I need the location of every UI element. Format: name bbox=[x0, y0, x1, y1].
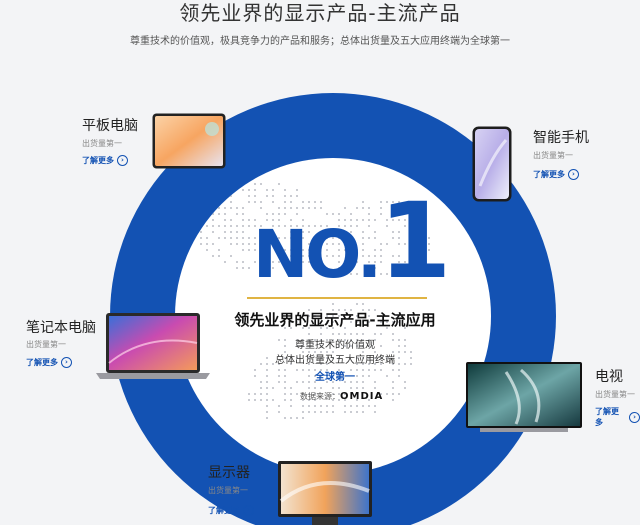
laptop-sub: 出货量第一 bbox=[26, 340, 66, 349]
monitor-image bbox=[278, 461, 372, 525]
tv-link-label: 了解更多 bbox=[595, 407, 619, 427]
global-first-link[interactable]: 全球第一 bbox=[222, 368, 448, 383]
monitor-title: 显示器 bbox=[208, 465, 250, 481]
center-title: 领先业界的显示产品-主流应用 bbox=[234, 311, 436, 329]
tv-title: 电视 bbox=[595, 369, 623, 385]
laptop-image bbox=[96, 313, 210, 379]
laptop-title: 笔记本电脑 bbox=[26, 320, 96, 336]
phone-link-label: 了解更多 bbox=[533, 170, 565, 179]
tablet-title: 平板电脑 bbox=[82, 118, 138, 134]
tablet-link-label: 了解更多 bbox=[82, 156, 114, 165]
rank-number: 1 bbox=[378, 180, 452, 302]
monitor-link-label: 了解更多 bbox=[208, 506, 240, 515]
chevron-right-circle-icon: › bbox=[243, 505, 254, 516]
phone-title: 智能手机 bbox=[533, 130, 589, 146]
monitor-sub: 出货量第一 bbox=[208, 486, 248, 495]
center-line-1: 尊重技术的价值观 bbox=[295, 340, 375, 351]
tablet-image bbox=[152, 113, 226, 169]
phone-image bbox=[472, 126, 512, 202]
laptop-learn-more[interactable]: 了解更多 › bbox=[26, 357, 72, 368]
phone-sub: 出货量第一 bbox=[533, 151, 573, 160]
source-label: 数据来源： bbox=[300, 392, 340, 401]
tablet-sub: 出货量第一 bbox=[82, 139, 122, 148]
gold-divider bbox=[247, 297, 427, 299]
phone-learn-more[interactable]: 了解更多 › bbox=[533, 169, 579, 180]
center-line-2: 总体出货量及五大应用终端 bbox=[275, 355, 395, 366]
monitor-learn-more[interactable]: 了解更多 › bbox=[208, 505, 254, 516]
chevron-right-circle-icon: › bbox=[117, 155, 128, 166]
tv-image bbox=[466, 362, 582, 432]
chevron-right-circle-icon: › bbox=[568, 169, 579, 180]
source-name: OMDIA bbox=[340, 391, 384, 402]
tv-learn-more[interactable]: 了解更多 › bbox=[595, 406, 640, 428]
chevron-right-circle-icon: › bbox=[629, 411, 640, 423]
page-title: 领先业界的显示产品-主流产品 bbox=[179, 1, 461, 25]
data-source: 数据来源：OMDIA bbox=[300, 391, 383, 402]
tv-sub: 出货量第一 bbox=[595, 390, 635, 399]
page-subtitle: 尊重技术的价值观，极具竞争力的产品和服务；总体出货量及五大应用终端为全球第一 bbox=[130, 36, 510, 47]
rank-prefix: NO. bbox=[253, 216, 382, 293]
laptop-link-label: 了解更多 bbox=[26, 358, 58, 367]
rank-badge: NO.1 bbox=[253, 189, 451, 303]
chevron-right-circle-icon: › bbox=[61, 357, 72, 368]
tablet-learn-more[interactable]: 了解更多 › bbox=[82, 155, 128, 166]
